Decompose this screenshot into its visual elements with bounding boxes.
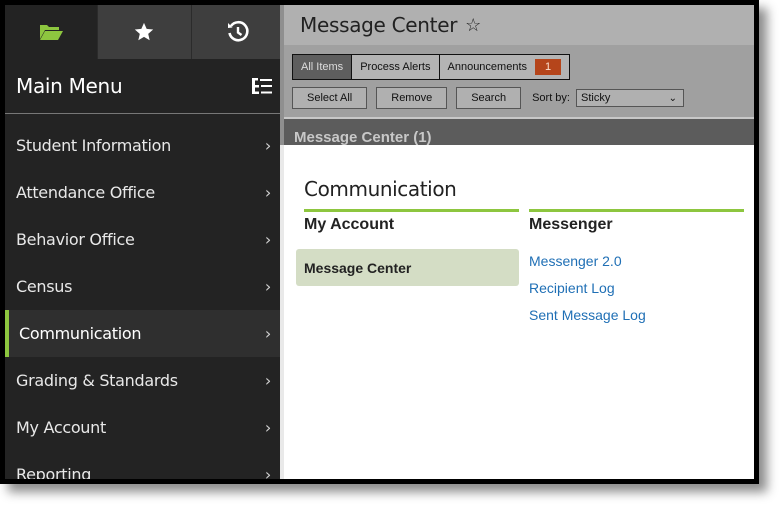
page-title: Message Center — [300, 13, 458, 37]
tab-announcements[interactable]: Announcements 1 — [439, 55, 570, 79]
chevron-right-icon: › — [264, 230, 271, 249]
sort-label: Sort by: — [532, 92, 570, 104]
tab-recent[interactable] — [190, 5, 284, 59]
sidebar-item-label: Census — [16, 277, 73, 296]
favorite-star-icon[interactable]: ☆ — [465, 15, 481, 36]
link-messenger-2[interactable]: Messenger 2.0 — [529, 248, 744, 275]
link-message-center[interactable]: Message Center — [296, 249, 519, 286]
menu-header: Main Menu — [5, 59, 284, 114]
menu-list: Student Information › Attendance Office … — [5, 122, 284, 479]
sidebar-item-label: My Account — [16, 418, 106, 437]
sidebar-item-label: Communication — [19, 324, 142, 343]
count-badge: 1 — [535, 59, 562, 75]
menu-title: Main Menu — [16, 74, 123, 98]
history-icon — [227, 21, 249, 42]
chevron-down-icon: ⌄ — [668, 92, 677, 104]
tab-label: All Items — [301, 61, 344, 73]
star-icon — [135, 22, 154, 41]
message-toolbar: All Items Process Alerts Announcements 1… — [284, 45, 754, 117]
app-window: Main Menu Student Information › Attendan… — [5, 5, 754, 479]
sidebar-item-grading-standards[interactable]: Grading & Standards › — [5, 357, 284, 404]
tab-label: Announcements — [447, 61, 528, 73]
sort-select[interactable]: Sticky ⌄ — [575, 89, 684, 107]
tree-list-icon[interactable] — [251, 77, 273, 95]
chevron-right-icon: › — [264, 418, 271, 437]
chevron-right-icon: › — [264, 183, 271, 202]
chevron-right-icon: › — [264, 465, 271, 479]
sidebar-item-attendance-office[interactable]: Attendance Office › — [5, 169, 284, 216]
tab-all-items[interactable]: All Items — [293, 55, 353, 79]
sidebar: Main Menu Student Information › Attendan… — [5, 5, 284, 479]
sidebar-item-label: Student Information — [16, 136, 171, 155]
column-my-account: My Account Message Center — [296, 209, 519, 286]
window-frame: Main Menu Student Information › Attendan… — [0, 0, 759, 484]
sidebar-item-behavior-office[interactable]: Behavior Office › — [5, 216, 284, 263]
tab-label: Process Alerts — [360, 61, 431, 73]
sort-value: Sticky — [580, 92, 611, 104]
section-title: Message Center (1) — [294, 129, 432, 145]
sidebar-item-census[interactable]: Census › — [5, 263, 284, 310]
filter-tabs: All Items Process Alerts Announcements 1 — [292, 54, 571, 80]
action-buttons: Select All Remove Search Sort by: Sticky… — [292, 87, 684, 109]
select-all-button[interactable]: Select All — [292, 87, 368, 109]
chevron-right-icon: › — [264, 371, 271, 390]
main-panel: Message Center ☆ All Items Process Alert… — [284, 5, 754, 479]
tab-favorites[interactable] — [97, 5, 191, 59]
link-recipient-log[interactable]: Recipient Log — [529, 275, 744, 302]
tab-process-alerts[interactable]: Process Alerts — [352, 55, 440, 79]
sidebar-item-reporting[interactable]: Reporting › — [5, 451, 284, 479]
column-heading: Messenger — [529, 216, 613, 233]
tab-menu[interactable] — [5, 5, 98, 59]
sidebar-item-my-account[interactable]: My Account › — [5, 404, 284, 451]
sidebar-item-student-information[interactable]: Student Information › — [5, 122, 284, 169]
section-header: Message Center (1) — [284, 117, 754, 145]
sidebar-item-communication[interactable]: Communication › — [5, 310, 284, 357]
sidebar-item-label: Attendance Office — [16, 183, 155, 202]
sidebar-tabs — [5, 5, 284, 59]
sidebar-item-label: Reporting — [16, 465, 92, 479]
chevron-right-icon: › — [264, 136, 271, 155]
chevron-right-icon: › — [264, 324, 271, 343]
link-sent-message-log[interactable]: Sent Message Log — [529, 302, 744, 329]
sidebar-item-label: Behavior Office — [16, 230, 135, 249]
folder-open-icon — [40, 25, 64, 40]
remove-button[interactable]: Remove — [376, 87, 448, 109]
sidebar-item-label: Grading & Standards — [16, 371, 178, 390]
search-button[interactable]: Search — [456, 87, 522, 109]
column-heading: My Account — [304, 216, 395, 233]
content-title: Communication — [304, 177, 457, 201]
title-bar: Message Center ☆ — [284, 5, 754, 45]
chevron-right-icon: › — [264, 277, 271, 296]
column-messenger: Messenger Messenger 2.0 Recipient Log Se… — [529, 209, 744, 329]
